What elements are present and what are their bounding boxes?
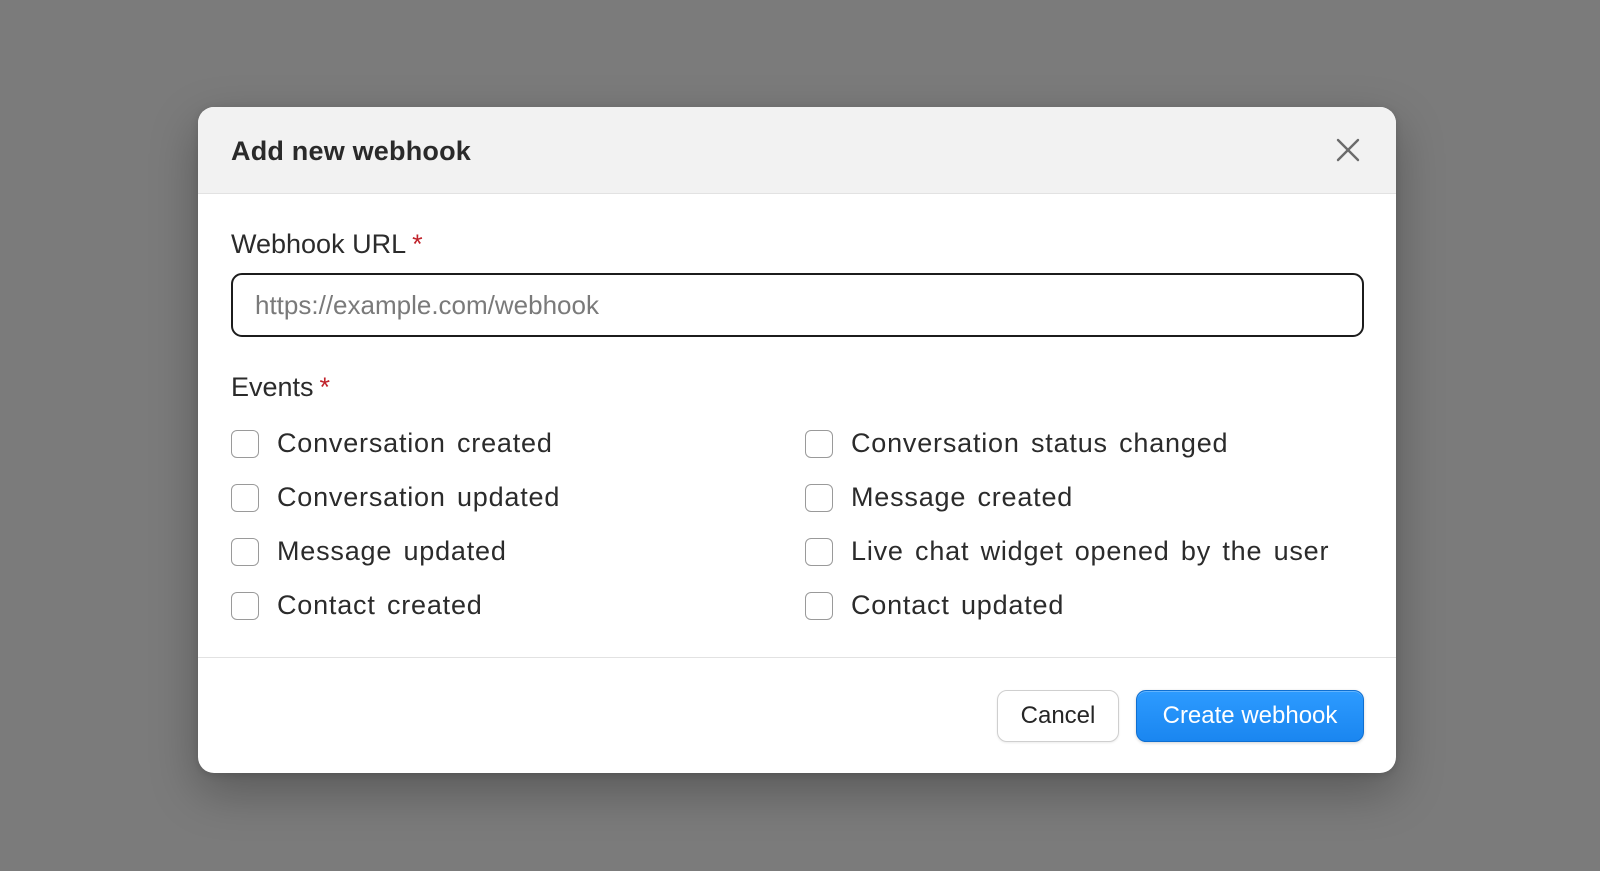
checkbox[interactable] — [805, 483, 833, 512]
checkbox[interactable] — [805, 591, 833, 620]
webhook-url-label-text: Webhook URL — [231, 229, 407, 259]
checkbox[interactable] — [231, 429, 259, 458]
event-option-conversation-status-changed[interactable]: Conversation status changed — [805, 428, 1228, 459]
webhook-url-input[interactable] — [231, 273, 1364, 337]
checkbox[interactable] — [231, 483, 259, 512]
event-option-conversation-updated[interactable]: Conversation updated — [231, 482, 560, 513]
event-option-message-created[interactable]: Message created — [805, 482, 1073, 513]
dialog-header: Add new webhook — [198, 107, 1396, 194]
cancel-button[interactable]: Cancel — [997, 690, 1119, 742]
event-option-label: Message updated — [277, 536, 507, 566]
checkbox[interactable] — [805, 537, 833, 566]
event-option-label: Contact created — [277, 590, 483, 620]
event-option-message-updated[interactable]: Message updated — [231, 536, 507, 567]
event-option-contact-updated[interactable]: Contact updated — [805, 590, 1064, 621]
events-label: Events * — [231, 371, 330, 403]
event-option-label: Conversation updated — [277, 482, 561, 512]
close-button[interactable] — [1330, 132, 1366, 168]
event-option-label: Message created — [851, 482, 1074, 512]
event-option-label: Conversation created — [277, 428, 553, 458]
checkbox[interactable] — [231, 537, 259, 566]
footer-divider — [198, 657, 1396, 658]
event-option-conversation-created[interactable]: Conversation created — [231, 428, 553, 459]
event-option-live-chat-widget-opened[interactable]: Live chat widget opened by the user — [805, 536, 1329, 567]
event-option-label: Live chat widget opened by the user — [851, 536, 1330, 566]
checkbox[interactable] — [805, 429, 833, 458]
event-option-label: Conversation status changed — [851, 428, 1229, 458]
dialog-title: Add new webhook — [231, 136, 472, 166]
event-option-contact-created[interactable]: Contact created — [231, 590, 483, 621]
required-asterisk: * — [319, 372, 331, 402]
events-label-text: Events — [231, 372, 314, 402]
webhook-url-label: Webhook URL * — [231, 228, 423, 260]
add-webhook-dialog: Add new webhook Webhook URL* Events* Con… — [198, 107, 1396, 773]
close-icon — [1336, 138, 1360, 162]
checkbox[interactable] — [231, 591, 259, 620]
required-asterisk: * — [412, 229, 423, 259]
create-webhook-button[interactable]: Create webhook — [1136, 690, 1364, 742]
event-option-label: Contact updated — [851, 590, 1065, 620]
